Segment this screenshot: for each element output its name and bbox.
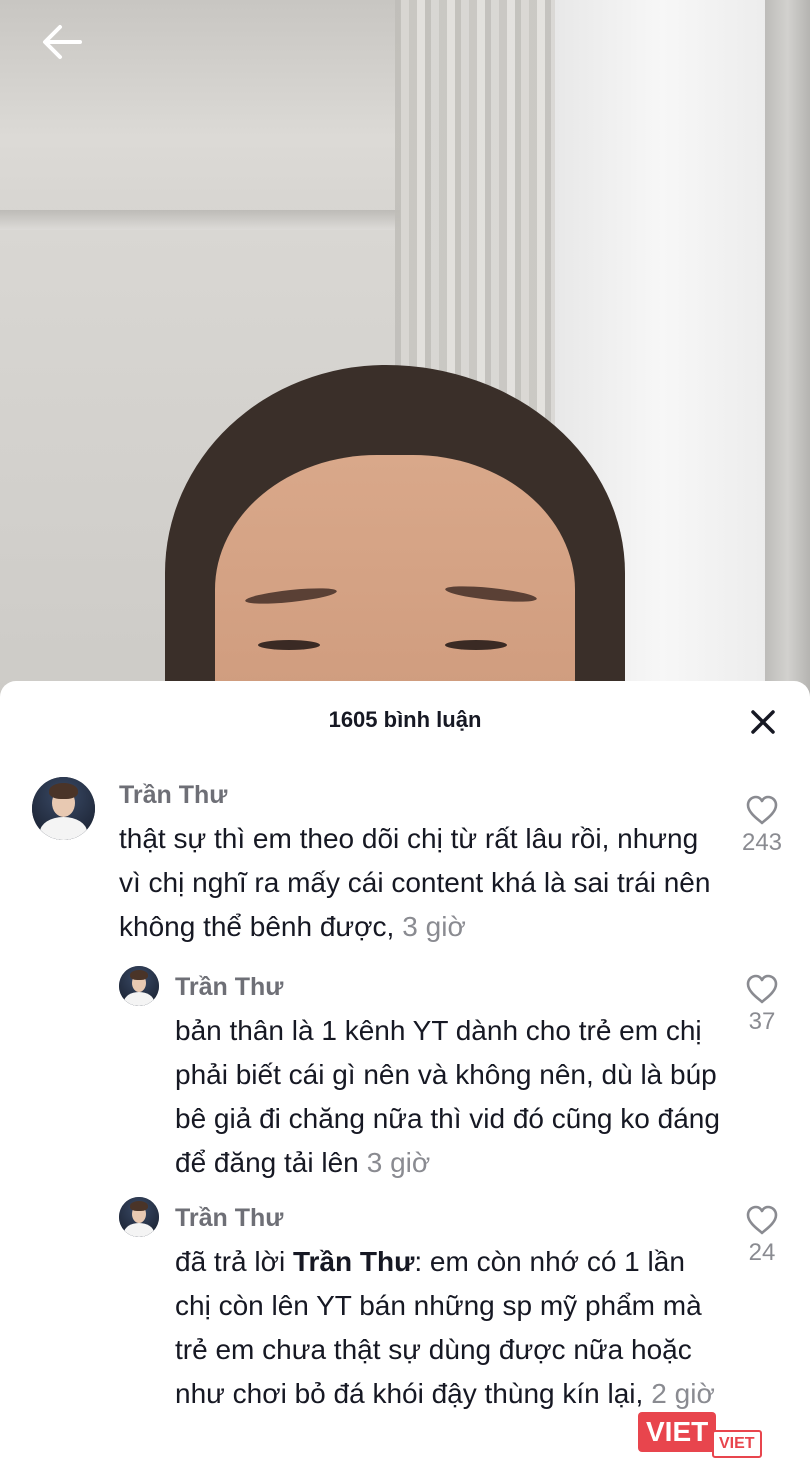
comment-time: 3 giờ [402,911,466,942]
like-count: 37 [748,1008,776,1035]
like-button[interactable]: 243 [730,795,794,857]
back-button[interactable] [38,20,86,64]
window-frame [765,0,810,700]
heart-icon [746,974,778,1004]
reply-text: đã trả lời Trần Thư: em còn nhớ có 1 lần… [175,1246,715,1409]
reply-username[interactable]: Trần Thư [175,973,283,1002]
avatar[interactable] [119,1197,159,1237]
person-face [215,455,575,700]
close-button[interactable] [748,707,778,737]
reply-username[interactable]: Trần Thư [175,1204,283,1233]
watermark-logo: VIET VIET [638,1408,762,1458]
comment-username[interactable]: Trần Thư [119,781,227,810]
reply-text: bản thân là 1 kênh YT dành cho trẻ em ch… [175,1015,720,1178]
close-icon [751,710,775,734]
reply-time: 2 giờ [651,1378,715,1409]
like-button[interactable]: 24 [730,1205,794,1267]
comments-count-title: 1605 bình luận [328,707,482,732]
heart-icon [746,795,778,825]
ceiling-edge [0,210,400,232]
heart-icon [746,1205,778,1235]
avatar[interactable] [32,777,95,840]
like-count: 24 [748,1239,776,1266]
right-eye [445,640,507,650]
video-frame[interactable] [0,0,810,700]
reply-to-username[interactable]: Trần Thư [293,1246,414,1277]
like-button[interactable]: 37 [730,974,794,1036]
comment-text: thật sự thì em theo dõi chị từ rất lâu r… [119,823,711,942]
reply-time: 3 giờ [366,1147,431,1178]
left-eye [258,640,320,650]
avatar[interactable] [119,966,159,1006]
arrow-left-icon [43,25,82,59]
like-count: 243 [741,829,783,856]
